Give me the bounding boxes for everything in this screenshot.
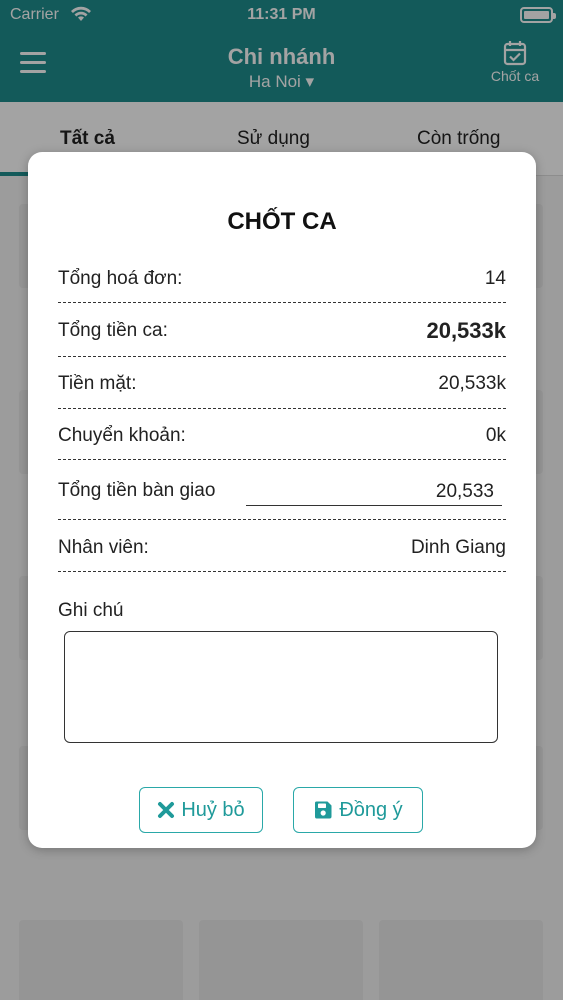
save-icon [315, 801, 332, 819]
staff-value: Dinh Giang [410, 537, 506, 558]
transfer-value: 0k [485, 425, 506, 446]
cancel-label: Huỷ bỏ [181, 798, 245, 821]
shift-total-value: 20,533k [426, 318, 506, 343]
cash-value: 20,533k [438, 373, 506, 394]
note-label: Ghi chú [58, 600, 124, 621]
divider [58, 356, 506, 357]
staff-label: Nhân viên: [58, 537, 149, 558]
cash-label: Tiền mặt: [58, 373, 137, 394]
transfer-label: Chuyển khoản: [58, 425, 186, 446]
divider [58, 571, 506, 572]
divider [58, 519, 506, 520]
shift-total-row: Tổng tiền ca: 20,533k [58, 318, 506, 360]
dialog-title: CHỐT CA [227, 208, 337, 235]
note-textarea[interactable] [64, 631, 498, 743]
divider [58, 302, 506, 303]
handover-label: Tổng tiền bàn giao [58, 480, 216, 501]
handover-amount-input[interactable] [246, 478, 502, 506]
close-icon [158, 802, 175, 818]
divider [58, 408, 506, 409]
confirm-button[interactable]: Đồng ý [293, 787, 423, 833]
shift-total-label: Tổng tiền ca: [58, 320, 168, 341]
cancel-button[interactable]: Huỷ bỏ [139, 787, 263, 833]
shift-close-dialog: CHỐT CA Tổng hoá đơn: 14 Tổng tiền ca: 2… [28, 152, 536, 848]
cash-row: Tiền mặt: 20,533k [58, 373, 506, 413]
handover-row: Tổng tiền bàn giao [58, 478, 506, 520]
total-invoices-value: 14 [484, 268, 506, 289]
confirm-label: Đồng ý [339, 798, 403, 821]
total-invoices-label: Tổng hoá đơn: [58, 268, 183, 289]
divider [58, 459, 506, 460]
